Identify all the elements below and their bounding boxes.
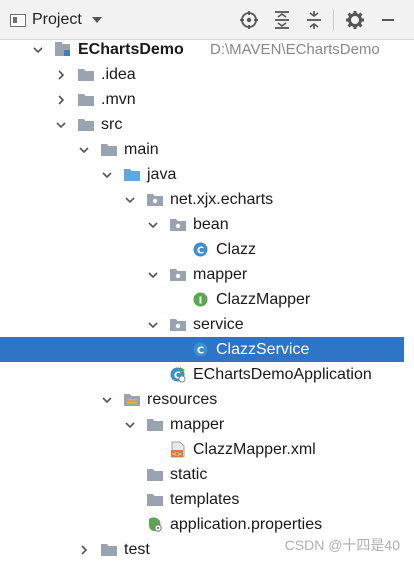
tree-node-label: resources bbox=[147, 391, 218, 408]
package-icon bbox=[169, 266, 187, 283]
chevron-down-icon[interactable] bbox=[30, 37, 46, 62]
tree-node-label: src bbox=[101, 116, 123, 133]
class-icon: C bbox=[192, 341, 210, 358]
tree-node[interactable]: src bbox=[0, 112, 404, 137]
tree-node-label: test bbox=[124, 541, 150, 558]
tree-node[interactable]: main bbox=[0, 137, 404, 162]
package-icon bbox=[169, 216, 187, 233]
folder-icon bbox=[77, 66, 95, 83]
tree-node[interactable]: C EChartsDemoApplication bbox=[0, 362, 404, 387]
chevron-right-icon[interactable] bbox=[53, 62, 69, 87]
tree-node-label: EChartsDemoApplication bbox=[193, 366, 372, 383]
tree-node[interactable]: I ClazzMapper bbox=[0, 287, 404, 312]
watermark: CSDN @十四是40 bbox=[284, 537, 400, 553]
tree-node[interactable]: C ClazzService bbox=[0, 337, 404, 362]
svg-text:<>: <> bbox=[172, 451, 182, 458]
tree-node[interactable]: C Clazz bbox=[0, 237, 404, 262]
crosshair-icon[interactable] bbox=[239, 10, 259, 30]
module-icon bbox=[54, 41, 72, 58]
chevron-right-icon[interactable] bbox=[76, 537, 92, 562]
xml-file-icon: <> bbox=[169, 441, 187, 458]
tree-node-label: Clazz bbox=[216, 241, 257, 258]
tree-node-label: application.properties bbox=[170, 516, 323, 533]
svg-text:C: C bbox=[197, 246, 204, 257]
tree-node-label: net.xjx.echarts bbox=[170, 191, 274, 208]
chevron-down-icon[interactable] bbox=[122, 412, 138, 437]
project-window-icon bbox=[10, 13, 26, 27]
tree-node-label: service bbox=[193, 316, 244, 333]
minimize-icon[interactable] bbox=[378, 10, 398, 30]
tree-node[interactable]: .idea bbox=[0, 62, 404, 87]
interface-icon: I bbox=[192, 291, 210, 308]
package-icon bbox=[169, 316, 187, 333]
folder-icon bbox=[146, 416, 164, 433]
module-path: D:\MAVEN\EChartsDemo bbox=[210, 41, 380, 58]
chevron-down-icon[interactable] bbox=[99, 387, 115, 412]
tree-node-label: .idea bbox=[101, 66, 136, 83]
chevron-down-icon[interactable] bbox=[99, 162, 115, 187]
source-folder-icon bbox=[123, 166, 141, 183]
class-icon: C bbox=[192, 241, 210, 258]
tree-node-label: ClazzMapper.xml bbox=[193, 441, 316, 458]
chevron-down-icon[interactable] bbox=[145, 212, 161, 237]
tree-node-label: templates bbox=[170, 491, 240, 508]
tree-node-label: EChartsDemo bbox=[78, 41, 184, 58]
chevron-down-icon[interactable] bbox=[145, 262, 161, 287]
folder-icon bbox=[100, 541, 118, 558]
tree-node-label: ClazzMapper bbox=[216, 291, 311, 308]
tree-node-label: main bbox=[124, 141, 159, 158]
toolbar-divider bbox=[333, 10, 334, 30]
collapse-all-icon[interactable] bbox=[304, 10, 324, 30]
folder-icon bbox=[100, 141, 118, 158]
resources-folder-icon bbox=[123, 391, 141, 408]
svg-text:I: I bbox=[199, 296, 203, 307]
tree-node[interactable]: service bbox=[0, 312, 404, 337]
project-view-title: Project bbox=[32, 11, 82, 28]
package-icon bbox=[146, 191, 164, 208]
project-toolbar: Project bbox=[0, 0, 414, 40]
tree-node-label: .mvn bbox=[101, 91, 136, 108]
folder-icon bbox=[77, 116, 95, 133]
tree-node-label: bean bbox=[193, 216, 229, 233]
tree-node-label: static bbox=[170, 466, 208, 483]
folder-icon bbox=[146, 466, 164, 483]
chevron-down-icon[interactable] bbox=[76, 137, 92, 162]
tree-node[interactable]: net.xjx.echarts bbox=[0, 187, 404, 212]
spring-boot-app-icon: C bbox=[169, 366, 187, 383]
tree-node[interactable]: resources bbox=[0, 387, 404, 412]
properties-file-icon bbox=[146, 516, 164, 533]
tree-node[interactable]: <> ClazzMapper.xml bbox=[0, 437, 404, 462]
tree-node-label: ClazzService bbox=[216, 341, 310, 358]
chevron-down-icon[interactable] bbox=[122, 187, 138, 212]
chevron-down-icon[interactable] bbox=[145, 312, 161, 337]
tree-node[interactable]: bean bbox=[0, 212, 404, 237]
chevron-right-icon[interactable] bbox=[53, 87, 69, 112]
gear-icon[interactable] bbox=[345, 10, 365, 30]
folder-icon bbox=[77, 91, 95, 108]
tree-node[interactable]: EChartsDemo D:\MAVEN\EChartsDemo bbox=[0, 37, 404, 62]
chevron-down-icon bbox=[91, 17, 102, 23]
tree-node[interactable]: application.properties bbox=[0, 512, 404, 537]
svg-text:C: C bbox=[197, 346, 204, 357]
expand-all-icon[interactable] bbox=[272, 10, 292, 30]
tree-node[interactable]: java bbox=[0, 162, 404, 187]
tree-node[interactable]: templates bbox=[0, 487, 404, 512]
folder-icon bbox=[146, 491, 164, 508]
project-view-dropdown[interactable]: Project bbox=[10, 9, 102, 31]
tree-node-label: mapper bbox=[193, 266, 248, 283]
tree-node-label: java bbox=[147, 166, 177, 183]
tree-node[interactable]: static bbox=[0, 462, 404, 487]
tree-node[interactable]: .mvn bbox=[0, 87, 404, 112]
tree-node-label: mapper bbox=[170, 416, 225, 433]
chevron-down-icon[interactable] bbox=[53, 112, 69, 137]
tree-node[interactable]: mapper bbox=[0, 412, 404, 437]
tree-node[interactable]: mapper bbox=[0, 262, 404, 287]
